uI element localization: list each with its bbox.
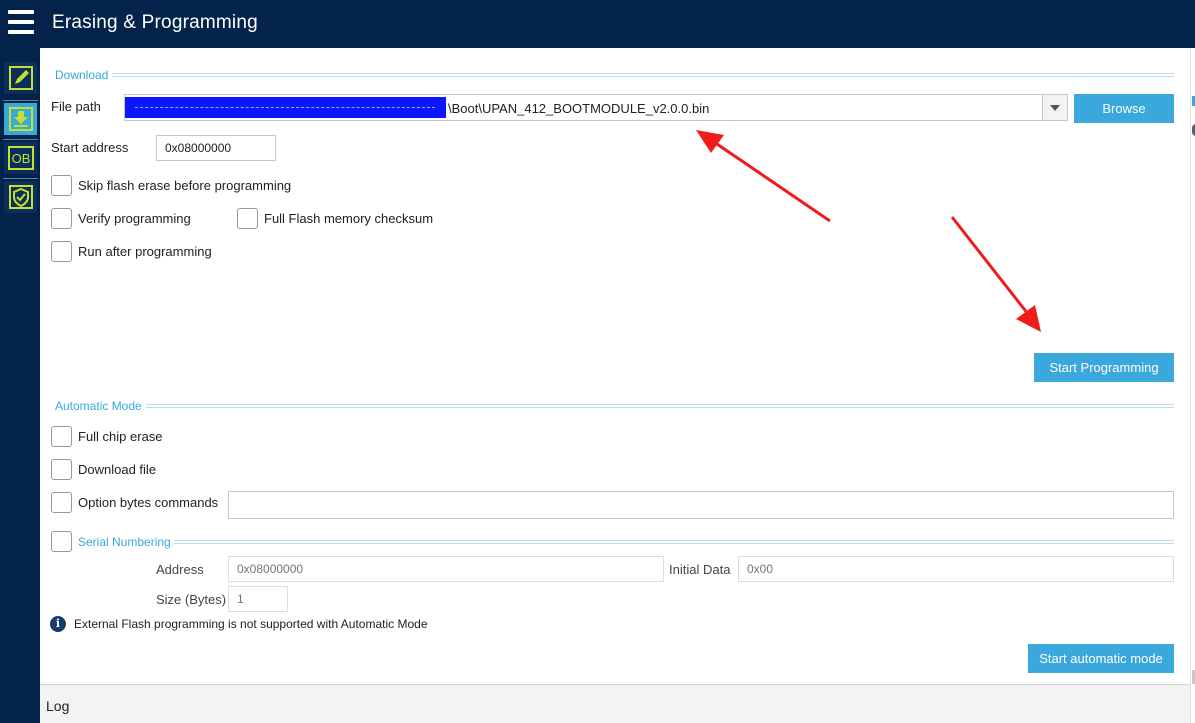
sidebar-item-erasing-programming[interactable] [4, 103, 37, 135]
download-icon [9, 107, 33, 131]
file-path-value: \Boot\UPAN_412_BOOTMODULE_v2.0.0.bin [448, 101, 710, 116]
sidebar-divider [3, 100, 38, 101]
sidebar-item-option-bytes[interactable]: OB [4, 142, 37, 174]
verify-programming-checkbox[interactable] [51, 208, 72, 229]
skip-erase-checkbox[interactable] [51, 175, 72, 196]
run-after-label: Run after programming [78, 244, 212, 259]
serial-numbering-title: Serial Numbering [78, 535, 171, 549]
address-label: Address [156, 562, 204, 577]
download-section-title: Download [55, 68, 109, 82]
info-icon: i [50, 616, 66, 632]
automatic-info-text: External Flash programming is not suppor… [74, 617, 428, 631]
page-title: Erasing & Programming [52, 12, 258, 33]
full-checksum-label: Full Flash memory checksum [264, 211, 434, 226]
sidebar-divider [3, 139, 38, 140]
size-bytes-input[interactable] [228, 586, 288, 612]
download-file-label: Download file [78, 462, 157, 477]
start-automatic-mode-button[interactable]: Start automatic mode [1028, 644, 1174, 673]
serial-address-input[interactable] [228, 556, 664, 582]
sidebar-item-security[interactable] [4, 181, 37, 213]
file-path-label: File path [51, 99, 101, 114]
skip-erase-label: Skip flash erase before programming [78, 178, 292, 193]
automatic-section-title: Automatic Mode [55, 399, 142, 413]
start-address-label: Start address [51, 140, 129, 155]
sidebar-divider [3, 178, 38, 179]
hamburger-menu-icon[interactable] [8, 10, 34, 34]
option-bytes-label: Option bytes commands [78, 495, 219, 510]
section-divider [146, 404, 1174, 408]
ob-icon: OB [8, 146, 34, 170]
initial-data-input[interactable] [738, 556, 1174, 582]
pencil-edit-icon [9, 66, 33, 90]
option-bytes-input[interactable] [228, 491, 1174, 519]
right-scrollbar[interactable] [1190, 48, 1195, 723]
start-address-input[interactable] [156, 135, 276, 161]
file-path-combobox[interactable]: \Boot\UPAN_412_BOOTMODULE_v2.0.0.bin [124, 94, 1068, 121]
download-file-checkbox[interactable] [51, 459, 72, 480]
section-divider [174, 540, 1174, 544]
option-bytes-checkbox[interactable] [51, 492, 72, 513]
browse-button[interactable]: Browse [1074, 94, 1174, 123]
verify-programming-label: Verify programming [78, 211, 191, 226]
run-after-checkbox[interactable] [51, 241, 72, 262]
sidebar: OB [0, 48, 40, 723]
full-checksum-checkbox[interactable] [237, 208, 258, 229]
full-chip-erase-label: Full chip erase [78, 429, 163, 444]
log-label: Log [46, 698, 70, 714]
initial-data-label: Initial Data [669, 562, 731, 577]
title-bar: Erasing & Programming [0, 0, 1195, 48]
log-panel[interactable]: Log [40, 684, 1190, 723]
shield-icon [9, 185, 33, 209]
chevron-down-icon[interactable] [1042, 95, 1067, 120]
redacted-path [125, 97, 446, 118]
ob-icon-label: OB [12, 151, 31, 166]
size-bytes-label: Size (Bytes) [156, 592, 227, 607]
serial-numbering-checkbox[interactable] [51, 531, 72, 552]
start-programming-button[interactable]: Start Programming [1034, 353, 1174, 382]
sidebar-item-memory[interactable] [4, 62, 37, 94]
section-divider [112, 73, 1174, 77]
full-chip-erase-checkbox[interactable] [51, 426, 72, 447]
